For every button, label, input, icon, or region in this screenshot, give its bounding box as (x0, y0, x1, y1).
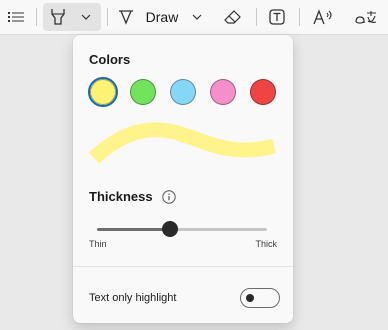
draw-button[interactable]: Draw (143, 0, 181, 34)
thick-label: Thick (255, 239, 277, 249)
highlight-options-button[interactable] (73, 0, 99, 34)
text-box-button[interactable] (263, 0, 291, 34)
swatch-pink[interactable] (210, 79, 236, 105)
highlighter-icon (51, 9, 65, 25)
read-aloud-icon (313, 9, 332, 25)
text-box-icon (269, 9, 285, 25)
toolbar-separator (256, 8, 257, 26)
highlight-flyout: Colors Thickness Thin Thick Text only hi… (73, 35, 293, 323)
swatch-red[interactable] (250, 79, 276, 105)
thickness-slider-track[interactable] (97, 228, 267, 231)
draw-label: Draw (145, 9, 179, 25)
divider (73, 266, 293, 267)
contents-button[interactable] (2, 0, 30, 34)
text-only-highlight-toggle[interactable] (240, 288, 280, 308)
translate-button[interactable] (350, 0, 382, 34)
swatch-light-blue[interactable] (170, 79, 196, 105)
toolbar-separator (107, 8, 108, 26)
eraser-icon (224, 10, 241, 24)
read-aloud-button[interactable] (309, 0, 337, 34)
highlight-preview (89, 122, 276, 164)
pen-icon (119, 10, 133, 25)
draw-pen-button[interactable] (113, 0, 139, 34)
chevron-down-icon (81, 14, 91, 20)
text-only-highlight-label: Text only highlight (89, 292, 177, 304)
toggle-knob (246, 294, 254, 302)
thickness-slider-thumb[interactable] (162, 221, 179, 237)
info-icon[interactable] (162, 190, 176, 204)
list-icon (8, 12, 24, 22)
thickness-slider-fill (97, 228, 171, 231)
swatch-green[interactable] (130, 79, 156, 105)
thin-label: Thin (89, 239, 107, 249)
draw-options-button[interactable] (187, 0, 207, 34)
toolbar-separator (36, 8, 37, 26)
swatch-yellow[interactable] (90, 79, 116, 105)
toolbar: Draw (0, 0, 388, 35)
chevron-down-icon (192, 14, 202, 20)
eraser-button[interactable] (219, 0, 247, 34)
toolbar-separator (299, 8, 300, 26)
thickness-heading: Thickness (89, 189, 153, 204)
colors-heading: Colors (89, 52, 131, 67)
translate-icon (355, 11, 377, 24)
highlight-button[interactable] (45, 0, 71, 34)
